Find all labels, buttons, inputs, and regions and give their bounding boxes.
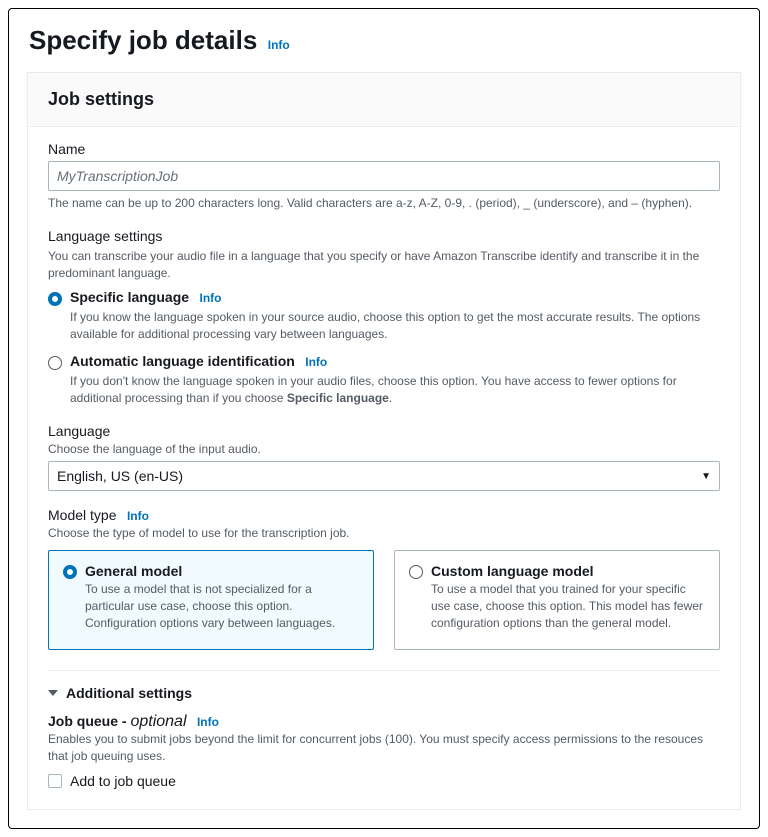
automatic-language-label: Automatic language identification (70, 353, 295, 369)
radio-automatic-language[interactable]: Automatic language identification Info I… (48, 353, 720, 407)
language-settings-field: Language settings You can transcribe you… (48, 228, 720, 407)
radio-circle-icon (63, 565, 77, 579)
job-settings-title: Job settings (48, 89, 720, 110)
name-field: Name The name can be up to 200 character… (48, 141, 720, 212)
specific-language-info-link[interactable]: Info (200, 291, 222, 305)
language-select[interactable]: English, US (en-US) ▼ (48, 461, 720, 491)
general-model-title: General model (85, 563, 359, 579)
radio-circle-icon (48, 356, 62, 370)
job-settings-card: Job settings Name The name can be up to … (27, 72, 741, 810)
divider (48, 670, 720, 671)
automatic-language-desc: If you don't know the language spoken in… (70, 373, 720, 407)
tile-custom-language-model[interactable]: Custom language model To use a model tha… (394, 550, 720, 650)
automatic-language-info-link[interactable]: Info (305, 355, 327, 369)
specific-language-label: Specific language (70, 289, 189, 305)
job-queue-helper: Enables you to submit jobs beyond the li… (48, 731, 720, 765)
job-queue-checkbox-row[interactable]: Add to job queue (48, 773, 720, 789)
name-helper: The name can be up to 200 characters lon… (48, 195, 720, 212)
language-field: Language Choose the language of the inpu… (48, 423, 720, 492)
model-type-helper: Choose the type of model to use for the … (48, 525, 720, 542)
job-queue-field: Job queue - optional Info Enables you to… (48, 713, 720, 789)
general-model-desc: To use a model that is not specialized f… (85, 581, 359, 631)
specific-language-desc: If you know the language spoken in your … (70, 309, 720, 343)
radio-specific-language[interactable]: Specific language Info If you know the l… (48, 289, 720, 343)
job-queue-optional: optional (130, 713, 186, 730)
radio-circle-icon (48, 292, 62, 306)
name-label: Name (48, 141, 720, 157)
job-queue-checkbox-label: Add to job queue (70, 773, 176, 789)
job-queue-info-link[interactable]: Info (197, 715, 219, 729)
model-type-field: Model type Info Choose the type of model… (48, 507, 720, 650)
caret-down-icon: ▼ (701, 471, 711, 482)
caret-down-icon (48, 690, 58, 696)
language-label: Language (48, 423, 720, 439)
tile-general-model[interactable]: General model To use a model that is not… (48, 550, 374, 650)
language-value: English, US (en-US) (57, 468, 183, 484)
additional-settings-label: Additional settings (66, 685, 192, 701)
custom-model-desc: To use a model that you trained for your… (431, 581, 705, 631)
language-helper: Choose the language of the input audio. (48, 441, 720, 458)
language-settings-helper: You can transcribe your audio file in a … (48, 248, 720, 282)
language-settings-label: Language settings (48, 228, 720, 244)
name-input[interactable] (48, 161, 720, 191)
radio-circle-icon (409, 565, 423, 579)
additional-settings-expander[interactable]: Additional settings (48, 685, 720, 701)
model-type-label: Model type (48, 507, 116, 523)
page-title: Specify job details (29, 25, 257, 55)
model-type-info-link[interactable]: Info (127, 509, 149, 523)
page-info-link[interactable]: Info (268, 38, 290, 52)
custom-model-title: Custom language model (431, 563, 705, 579)
job-queue-label: Job queue - (48, 713, 130, 729)
